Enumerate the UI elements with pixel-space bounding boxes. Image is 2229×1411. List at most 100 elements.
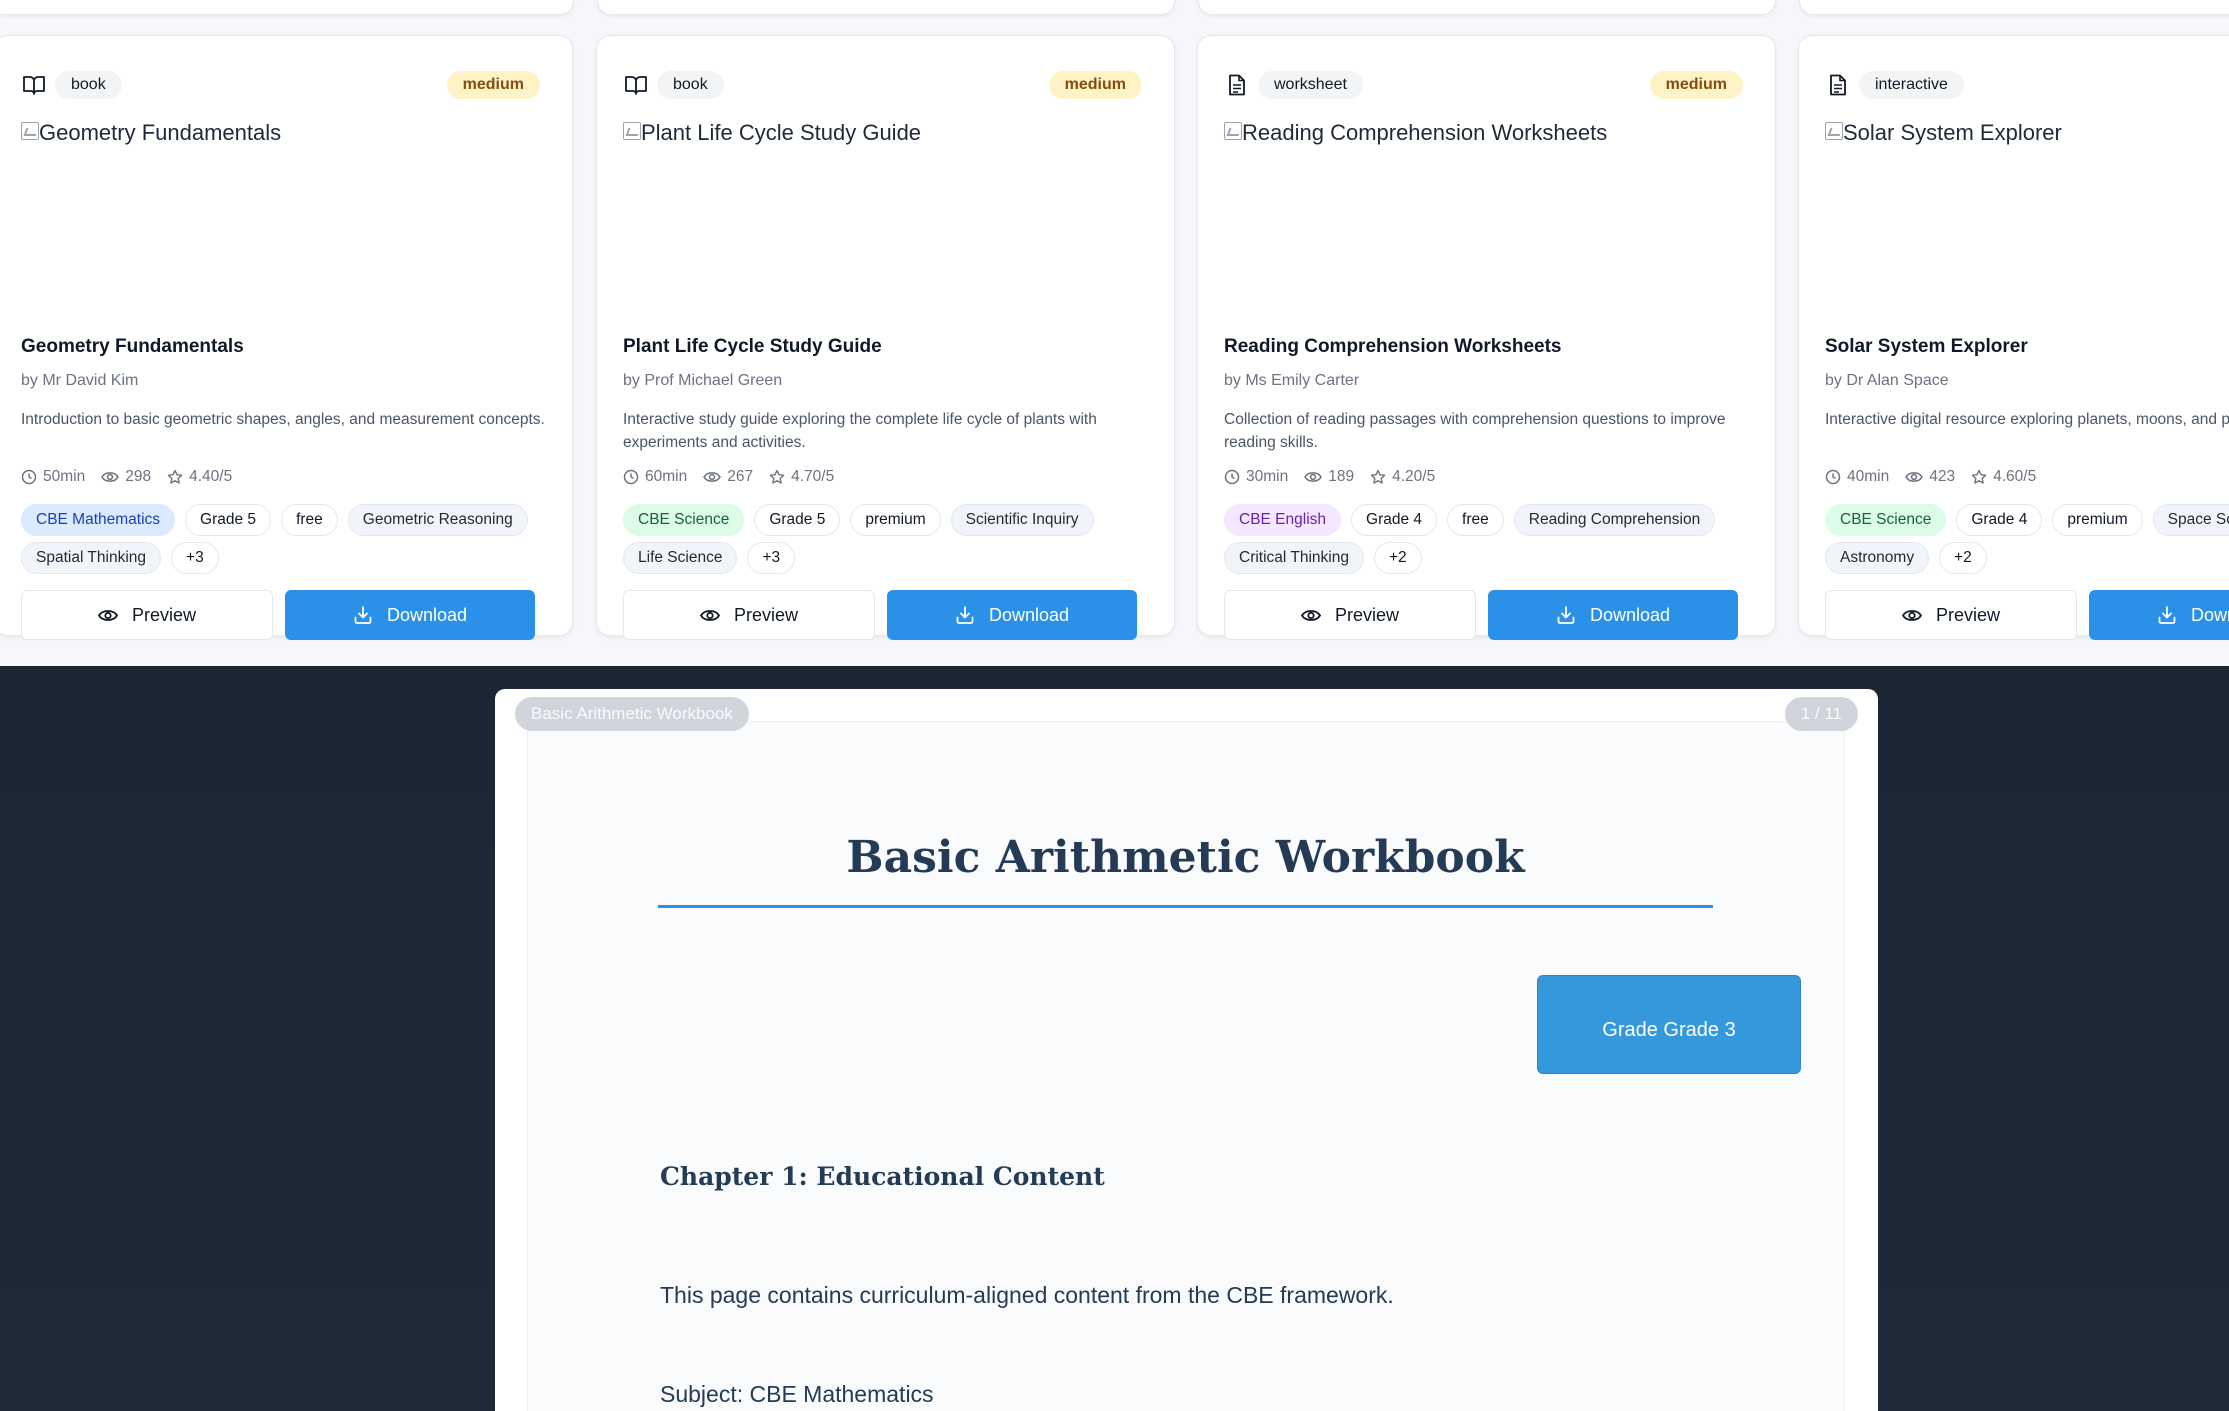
competency-tag[interactable]: Critical Thinking <box>1224 542 1364 574</box>
star-icon <box>769 469 785 484</box>
views-stat: 298 <box>101 468 151 486</box>
star-icon <box>1971 469 1987 484</box>
grade-tag[interactable]: Grade 5 <box>185 504 272 536</box>
clock-icon <box>1825 469 1841 485</box>
download-button[interactable]: Download <box>2089 590 2229 640</box>
duration-stat: 40min <box>1825 468 1889 486</box>
download-button[interactable]: Download <box>887 590 1137 640</box>
download-icon <box>956 606 974 624</box>
competency-tag[interactable]: Reading Comprehension <box>1513 504 1716 536</box>
type-badge: book <box>657 71 724 99</box>
thumbnail-alt-text: Reading Comprehension Worksheets <box>1242 120 1608 145</box>
resource-card[interactable]: book medium Geometry Fundamentals Geomet… <box>0 35 573 640</box>
pricing-tag[interactable]: premium <box>2052 504 2143 536</box>
thumbnail-image[interactable]: Geometry Fundamentals <box>21 120 541 300</box>
grade-box: Grade Grade 3 <box>1537 975 1801 1074</box>
download-button[interactable]: Download <box>1488 590 1738 640</box>
thumbnail-image[interactable]: Solar System Explorer <box>1825 120 2229 300</box>
card-title[interactable]: Reading Comprehension Worksheets <box>1224 336 1562 358</box>
preview-button[interactable]: Preview <box>1224 590 1476 640</box>
rating-value: 4.40/5 <box>189 468 233 485</box>
card-description: Collection of reading passages with comp… <box>1224 411 1726 451</box>
card-title[interactable]: Plant Life Cycle Study Guide <box>623 336 882 358</box>
card-author: by Ms Emily Carter <box>1224 372 1360 389</box>
thumbnail-image[interactable]: Reading Comprehension Worksheets <box>1224 120 1744 300</box>
competency-tag[interactable]: Scientific Inquiry <box>950 504 1094 536</box>
card-title[interactable]: Geometry Fundamentals <box>21 336 244 358</box>
document-icon <box>1224 72 1250 98</box>
views-stat: 423 <box>1905 468 1955 486</box>
document-frame[interactable]: Basic Arithmetic Workbook Grade Grade 3 … <box>495 689 1878 1411</box>
views-stat: 267 <box>703 468 753 486</box>
document-heading: Basic Arithmetic Workbook <box>658 832 1713 908</box>
type-badge: worksheet <box>1258 71 1363 99</box>
eye-icon <box>1901 609 1922 621</box>
grade-tag[interactable]: Grade 5 <box>754 504 841 536</box>
card-edge <box>597 0 1175 15</box>
competency-tag[interactable]: Space Science <box>2152 504 2229 536</box>
clock-icon <box>1224 469 1240 485</box>
star-icon <box>1370 469 1386 484</box>
grade-tag[interactable]: Grade 4 <box>1956 504 2043 536</box>
preview-button[interactable]: Preview <box>21 590 273 640</box>
download-button[interactable]: Download <box>285 590 535 640</box>
more-tags[interactable]: +2 <box>1373 542 1422 574</box>
more-tags[interactable]: +3 <box>171 542 219 574</box>
thumbnail-alt-text: Plant Life Cycle Study Guide <box>641 120 922 145</box>
eye-icon <box>97 609 118 621</box>
card-stats: 50min 298 4.40/5 <box>21 468 232 486</box>
card-stats: 60min 267 4.70/5 <box>623 468 834 486</box>
resource-card[interactable]: worksheet medium Reading Comprehension W… <box>1197 35 1776 640</box>
resource-card[interactable]: book medium Plant Life Cycle Study Guide… <box>596 35 1175 640</box>
competency-tag[interactable]: Astronomy <box>1825 542 1930 574</box>
resource-card[interactable]: interactive Solar System Explorer Solar … <box>1798 35 2229 640</box>
subject-tag[interactable]: CBE Mathematics <box>21 504 176 536</box>
thumbnail-image[interactable]: Plant Life Cycle Study Guide <box>623 120 1143 300</box>
download-icon <box>1557 606 1575 624</box>
pricing-tag[interactable]: premium <box>850 504 941 536</box>
preview-label: Preview <box>131 604 197 625</box>
card-title[interactable]: Solar System Explorer <box>1825 336 2028 358</box>
thumbnail-alt-text: Solar System Explorer <box>1843 120 2062 145</box>
broken-image-icon <box>1224 122 1242 140</box>
eye-icon <box>703 472 722 482</box>
duration-value: 30min <box>1246 468 1289 485</box>
document-title-chip: Basic Arithmetic Workbook <box>515 697 749 731</box>
subject-tag[interactable]: CBE English <box>1224 504 1342 536</box>
download-label: Download <box>988 604 1070 625</box>
broken-image-icon <box>623 122 641 140</box>
download-label: Download <box>1589 604 1671 625</box>
thumbnail-alt-text: Geometry Fundamentals <box>39 120 282 145</box>
more-tags[interactable]: +3 <box>747 542 796 574</box>
card-author: by Prof Michael Green <box>623 372 783 389</box>
card-author: by Dr Alan Space <box>1825 372 1949 389</box>
preview-button[interactable]: Preview <box>1825 590 2077 640</box>
views-value: 298 <box>125 468 152 485</box>
views-value: 189 <box>1328 468 1355 485</box>
difficulty-badge: medium <box>1048 71 1142 99</box>
page-indicator: 1 / 11 <box>1784 697 1858 731</box>
duration-value: 60min <box>645 468 688 485</box>
broken-image-icon <box>21 122 39 140</box>
competency-tag[interactable]: Life Science <box>623 542 738 574</box>
tag-list: CBE Mathematics Grade 5 free Geometric R… <box>21 504 561 574</box>
difficulty-badge: medium <box>1649 71 1743 99</box>
competency-tag[interactable]: Geometric Reasoning <box>347 504 528 536</box>
grade-tag[interactable]: Grade 4 <box>1351 504 1438 536</box>
subject-tag[interactable]: CBE Science <box>1825 504 1947 536</box>
more-tags[interactable]: +2 <box>1939 542 1987 574</box>
resource-grid: book medium Geometry Fundamentals Geomet… <box>0 0 2229 666</box>
document-icon <box>1825 72 1851 98</box>
eye-icon <box>1304 472 1323 482</box>
pricing-tag[interactable]: free <box>281 504 338 536</box>
broken-image-icon <box>1825 122 1843 140</box>
pricing-tag[interactable]: free <box>1447 504 1504 536</box>
document-page: Basic Arithmetic Workbook Grade Grade 3 … <box>527 721 1845 1411</box>
competency-tag[interactable]: Spatial Thinking <box>21 542 162 574</box>
card-description: Interactive study guide exploring the co… <box>623 411 1097 451</box>
subject-tag[interactable]: CBE Science <box>623 504 745 536</box>
difficulty-badge: medium <box>446 71 540 99</box>
book-open-icon <box>623 72 649 98</box>
preview-button[interactable]: Preview <box>623 590 875 640</box>
content-paragraph: This page contains curriculum-aligned co… <box>660 1282 1394 1308</box>
